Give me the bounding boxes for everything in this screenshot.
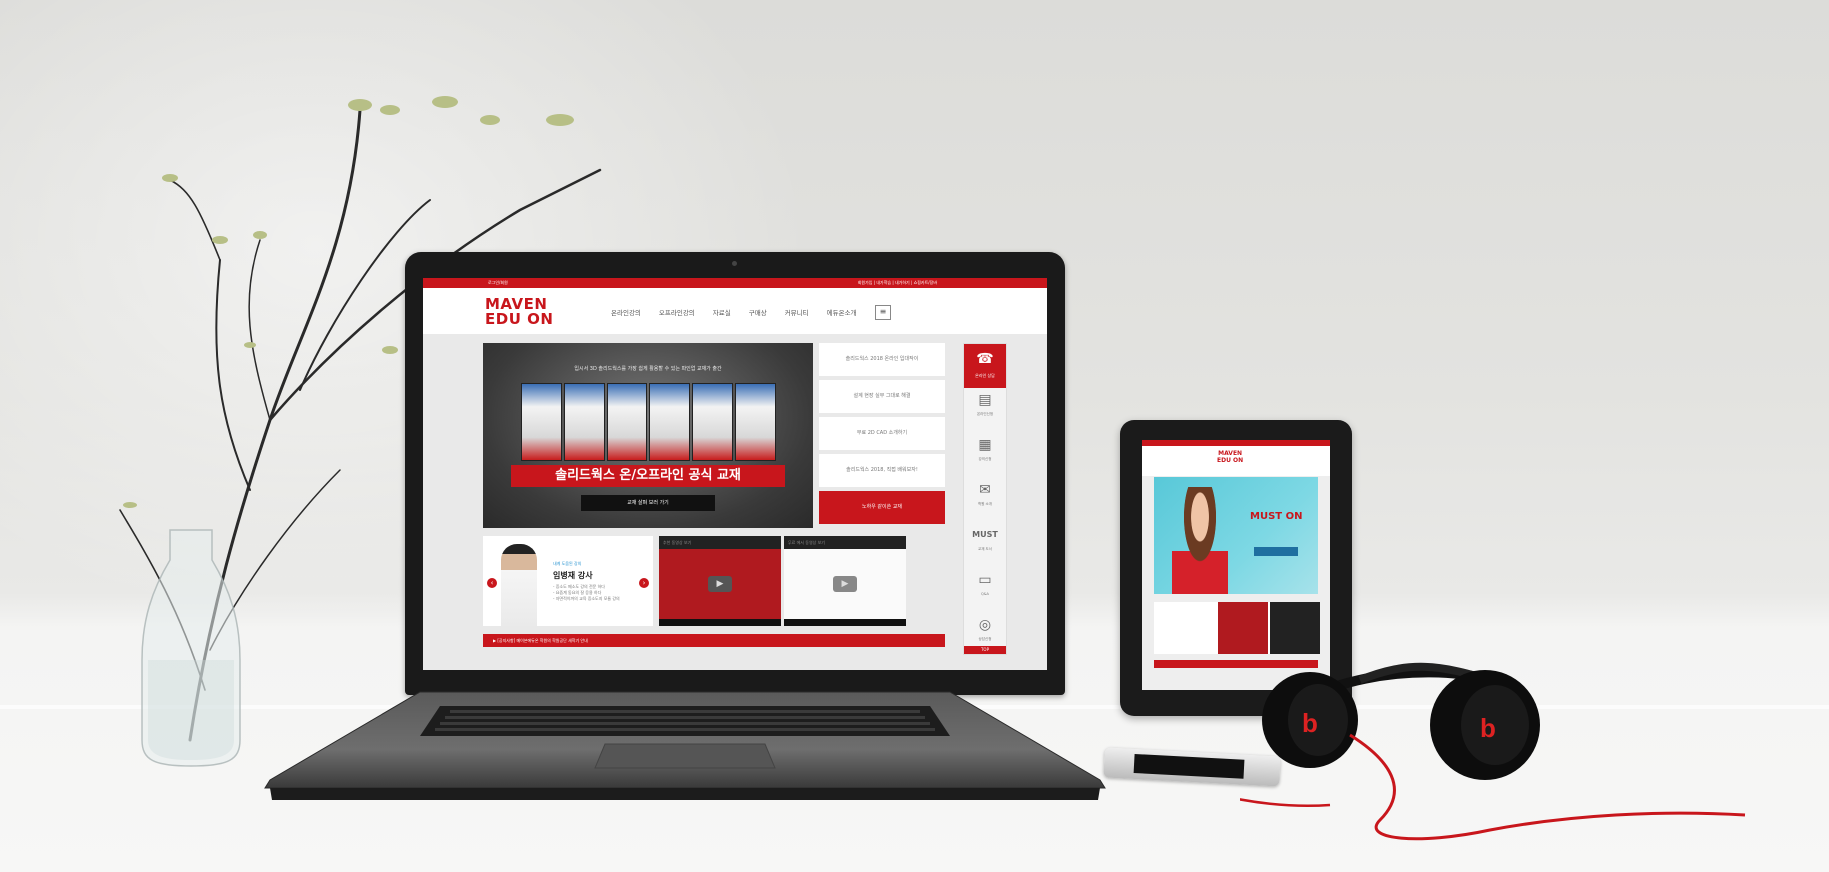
monitor-icon: ▭ bbox=[978, 572, 992, 588]
book-cover bbox=[606, 383, 648, 461]
svg-text:b: b bbox=[1480, 713, 1496, 743]
laptop-screen: 로그인/회원 회원가입 | 내가학습 | 내가하기 | 쇼핑카트/장바 MAVE… bbox=[423, 278, 1047, 670]
menu-online-course[interactable]: 온라인강의 bbox=[611, 307, 641, 317]
topbar-user-links[interactable]: 회원가입 | 내가학습 | 내가하기 | 쇼핑카트/장바 bbox=[858, 280, 937, 286]
tablet-header: MAVEN EDU ON bbox=[1142, 446, 1330, 476]
quick-item-label: 강의신청 bbox=[978, 457, 992, 461]
quick-top-label: 온라인 상담 bbox=[975, 373, 995, 378]
grid-icon: ▦ bbox=[978, 437, 992, 453]
book-cover bbox=[521, 383, 562, 461]
laptop-keyboard-base bbox=[264, 691, 1106, 800]
quick-item-label: 교재 도서 bbox=[978, 547, 992, 551]
main-menu: 온라인강의 오프라인강의 자료실 구매상 커뮤니티 에듀온소개 bbox=[611, 307, 857, 317]
quick-item[interactable]: ▤ 온라인신청 bbox=[964, 388, 1006, 433]
menu-offline-course[interactable]: 오프라인강의 bbox=[659, 307, 695, 317]
tablet-logo-line2: EDU ON bbox=[1217, 457, 1244, 464]
headset-icon: ☎ bbox=[976, 351, 994, 367]
play-icon[interactable]: ▶ bbox=[708, 576, 732, 592]
mail-icon: ✉ bbox=[979, 482, 991, 498]
laptop: 로그인/회원 회원가입 | 내가학습 | 내가하기 | 쇼핑카트/장바 MAVE… bbox=[405, 252, 1065, 695]
site-logo[interactable]: MAVEN EDU ON bbox=[485, 297, 553, 327]
teacher-card[interactable]: ‹ 내게 도움된 강의 임병재 강사 - 증소도 메소도 강의 전문 하다 - … bbox=[483, 536, 653, 626]
quick-item[interactable]: ▦ 강의신청 bbox=[964, 433, 1006, 478]
quick-item-label: 상담신청 bbox=[978, 637, 992, 641]
quick-item[interactable]: MUST 교재 도서 bbox=[964, 523, 1006, 568]
hero-title: MUST ON bbox=[1250, 511, 1303, 522]
main-banner[interactable]: 입시서 3D 솔리드웍스를 가장 쉽게 활용할 수 있는 파인업 교재가 출간 … bbox=[483, 343, 813, 528]
site-topbar: 로그인/회원 회원가입 | 내가학습 | 내가하기 | 쇼핑카트/장바 bbox=[423, 278, 1047, 288]
teacher-desc-line: - 자면적이까의 교육 증소도지 모듈 강의 bbox=[553, 596, 620, 601]
quick-item[interactable]: ✉ 학원 소개 bbox=[964, 478, 1006, 523]
calendar-icon: ▤ bbox=[978, 392, 992, 408]
tablet-logo-line1: MAVEN bbox=[1218, 450, 1243, 457]
video-thumbnail: ▶ bbox=[784, 549, 906, 619]
headphones: b b bbox=[1240, 662, 1746, 841]
menu-purchase[interactable]: 구매상 bbox=[749, 307, 767, 317]
top-button[interactable]: TOP bbox=[964, 646, 1006, 654]
side-link-highlight[interactable]: 노하우 같이쓴 교재 bbox=[819, 491, 945, 524]
next-arrow-icon[interactable]: › bbox=[639, 578, 649, 588]
side-link-list: 솔리드웍스 2018 온라인 입대작이 설계 현장 실무 그대로 해결 무료 2… bbox=[819, 343, 945, 528]
video-title: 무료 에서 동영상 보기 bbox=[784, 536, 906, 549]
banner-button[interactable]: 교재 살펴 보러 가기 bbox=[581, 495, 715, 511]
banner-subtitle: 입시서 3D 솔리드웍스를 가장 쉽게 활용할 수 있는 파인업 교재가 출간 bbox=[574, 366, 722, 372]
must-logo-icon: MUST bbox=[972, 530, 998, 539]
teacher-name: 임병재 강사 bbox=[553, 571, 593, 580]
svg-text:b: b bbox=[1302, 708, 1318, 738]
menu-about[interactable]: 에듀온소개 bbox=[827, 307, 857, 317]
desk-photo-scene: 로그인/회원 회원가입 | 내가학습 | 내가하기 | 쇼핑카트/장바 MAVE… bbox=[0, 0, 1829, 872]
prev-arrow-icon[interactable]: ‹ bbox=[487, 578, 497, 588]
teacher-description: - 증소도 메소도 강의 전문 하다 - 요즘계 동요의 잘 응용 하다 - 자… bbox=[553, 584, 620, 602]
hero-woman-photo bbox=[1172, 487, 1228, 594]
book-cover bbox=[649, 383, 691, 461]
side-link[interactable]: 솔리드웍스 2018, 직접 배워보자! bbox=[819, 454, 945, 487]
site-header: MAVEN EDU ON 온라인강의 오프라인강의 자료실 구매상 커뮤니티 에… bbox=[423, 288, 1047, 334]
logo-line2: EDU ON bbox=[485, 310, 554, 328]
side-link[interactable]: 솔리드웍스 2018 온라인 입대작이 bbox=[819, 343, 945, 376]
quick-consult-button[interactable]: ☎ 온라인 상담 bbox=[964, 344, 1006, 388]
video-title: 추천 동영상 보기 bbox=[659, 536, 781, 549]
book-cover bbox=[563, 383, 605, 461]
hamburger-menu-icon[interactable]: ≡ bbox=[875, 305, 891, 320]
quick-item-label: 온라인신청 bbox=[976, 412, 994, 416]
hero-button[interactable] bbox=[1254, 547, 1298, 556]
quick-item[interactable]: ▭ Q&A bbox=[964, 568, 1006, 613]
phone-screen bbox=[1133, 753, 1245, 779]
teacher-photo bbox=[501, 544, 537, 626]
video-card-2[interactable]: 무료 에서 동영상 보기 ▶ bbox=[784, 536, 906, 626]
notice-bar[interactable]: ▶ [공지사항] 메이븐에듀온 학원의 학원공단 새학기 안내 bbox=[483, 634, 945, 647]
book-cover bbox=[692, 383, 734, 461]
video-card-1[interactable]: 추천 동영상 보기 ▶ bbox=[659, 536, 781, 626]
laptop-camera bbox=[732, 261, 737, 266]
teacher-tagline: 내게 도움된 강의 bbox=[553, 561, 582, 566]
quick-item-label: Q&A bbox=[981, 592, 989, 596]
quick-item-label: 학원 소개 bbox=[978, 502, 992, 506]
tablet-logo[interactable]: MAVEN EDU ON bbox=[1217, 450, 1243, 464]
gear-icon: ◎ bbox=[978, 617, 992, 633]
video-thumbnail: ▶ bbox=[659, 549, 781, 619]
side-link[interactable]: 무료 2D CAD 소개하기 bbox=[819, 417, 945, 450]
side-link[interactable]: 설계 현장 실무 그대로 해결 bbox=[819, 380, 945, 413]
banner-title: 솔리드웍스 온/오프라인 공식 교재 bbox=[511, 465, 785, 487]
quick-menu: ☎ 온라인 상담 ▤ 온라인신청 ▦ 강의신청 ✉ 학원 소개 MUST 교재 도서 ▭… bbox=[963, 343, 1007, 655]
play-icon[interactable]: ▶ bbox=[833, 576, 857, 592]
menu-resources[interactable]: 자료실 bbox=[713, 307, 731, 317]
book-covers bbox=[521, 383, 776, 461]
topbar-login-link[interactable]: 로그인/회원 bbox=[488, 280, 508, 286]
menu-community[interactable]: 커뮤니티 bbox=[785, 307, 809, 317]
book-cover bbox=[735, 383, 776, 461]
tablet-hero-banner[interactable]: MUST ON bbox=[1154, 477, 1318, 594]
